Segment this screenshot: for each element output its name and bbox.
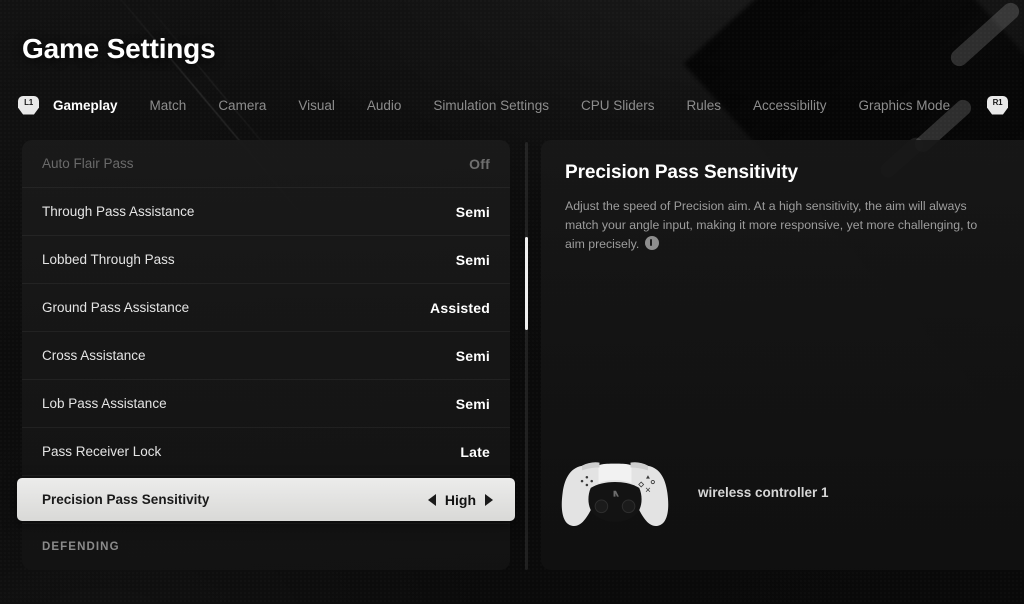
setting-label: Through Pass Assistance bbox=[42, 204, 195, 219]
table-row[interactable]: Pass Receiver Lock Late bbox=[22, 428, 510, 476]
selected-setting-value: High bbox=[444, 491, 476, 508]
tab-camera[interactable]: Camera bbox=[202, 98, 282, 113]
tab-rules[interactable]: Rules bbox=[670, 98, 737, 113]
tab-gameplay[interactable]: Gameplay bbox=[39, 98, 134, 113]
selected-setting-stepper: High bbox=[427, 491, 493, 508]
arrow-left-icon[interactable] bbox=[427, 493, 436, 506]
tab-accessibility[interactable]: Accessibility bbox=[737, 98, 843, 113]
tab-bar: L1 Gameplay Match Camera Visual Audio Si… bbox=[18, 92, 1008, 118]
dualsense-controller-icon bbox=[556, 452, 674, 532]
selected-setting-label: Precision Pass Sensitivity bbox=[42, 492, 210, 507]
arrow-right-icon[interactable] bbox=[485, 493, 493, 506]
page-title: Game Settings bbox=[22, 33, 216, 64]
tab-match[interactable]: Match bbox=[134, 98, 203, 113]
controller-label: wireless controller 1 bbox=[698, 484, 829, 500]
tab-cpu-sliders[interactable]: CPU Sliders bbox=[565, 98, 671, 113]
setting-value: Assisted bbox=[430, 299, 490, 316]
setting-label: Pass Receiver Lock bbox=[42, 444, 162, 459]
setting-value: Semi bbox=[455, 203, 490, 220]
scrollbar-track[interactable] bbox=[525, 142, 528, 570]
table-row[interactable]: Auto Flair Pass Off bbox=[22, 140, 510, 188]
controller-block: wireless controller 1 bbox=[556, 452, 829, 532]
r1-bumper-icon: R1 bbox=[987, 95, 1008, 115]
l1-bumper-icon: L1 bbox=[18, 95, 39, 115]
detail-description: Adjust the speed of Precision aim. At a … bbox=[565, 197, 998, 254]
detail-title: Precision Pass Sensitivity bbox=[565, 162, 798, 183]
r1-bumper-label: R1 bbox=[992, 97, 1003, 107]
setting-label: Cross Assistance bbox=[42, 348, 146, 363]
table-row[interactable]: Lobbed Through Pass Semi bbox=[22, 236, 510, 284]
tab-visual[interactable]: Visual bbox=[282, 98, 351, 113]
section-label: DEFENDING bbox=[42, 541, 120, 553]
detail-description-text: Adjust the speed of Precision aim. At a … bbox=[565, 199, 978, 251]
setting-value: Semi bbox=[455, 395, 490, 412]
table-row[interactable]: Cross Assistance Semi bbox=[22, 332, 510, 380]
tab-graphics-mode[interactable]: Graphics Mode bbox=[843, 98, 967, 113]
setting-value: Late bbox=[460, 443, 490, 460]
setting-label: Auto Flair Pass bbox=[42, 156, 134, 171]
table-row[interactable]: Ground Pass Assistance Assisted bbox=[22, 284, 510, 332]
table-row[interactable]: Through Pass Assistance Semi bbox=[22, 188, 510, 236]
scrollbar-thumb[interactable] bbox=[525, 237, 528, 330]
l1-bumper-label: L1 bbox=[24, 97, 33, 107]
tab-audio[interactable]: Audio bbox=[351, 98, 418, 113]
left-stick-icon bbox=[644, 236, 659, 250]
setting-value: Semi bbox=[455, 251, 490, 268]
setting-label: Lob Pass Assistance bbox=[42, 396, 167, 411]
selected-setting-row[interactable]: Precision Pass Sensitivity High bbox=[17, 478, 515, 521]
setting-label: Lobbed Through Pass bbox=[42, 252, 175, 267]
setting-label: Ground Pass Assistance bbox=[42, 300, 190, 315]
tab-simulation-settings[interactable]: Simulation Settings bbox=[417, 98, 565, 113]
setting-value: Off bbox=[469, 155, 490, 172]
setting-value: Semi bbox=[455, 347, 490, 364]
table-row[interactable]: Lob Pass Assistance Semi bbox=[22, 380, 510, 428]
section-header-defending: DEFENDING bbox=[22, 524, 510, 570]
